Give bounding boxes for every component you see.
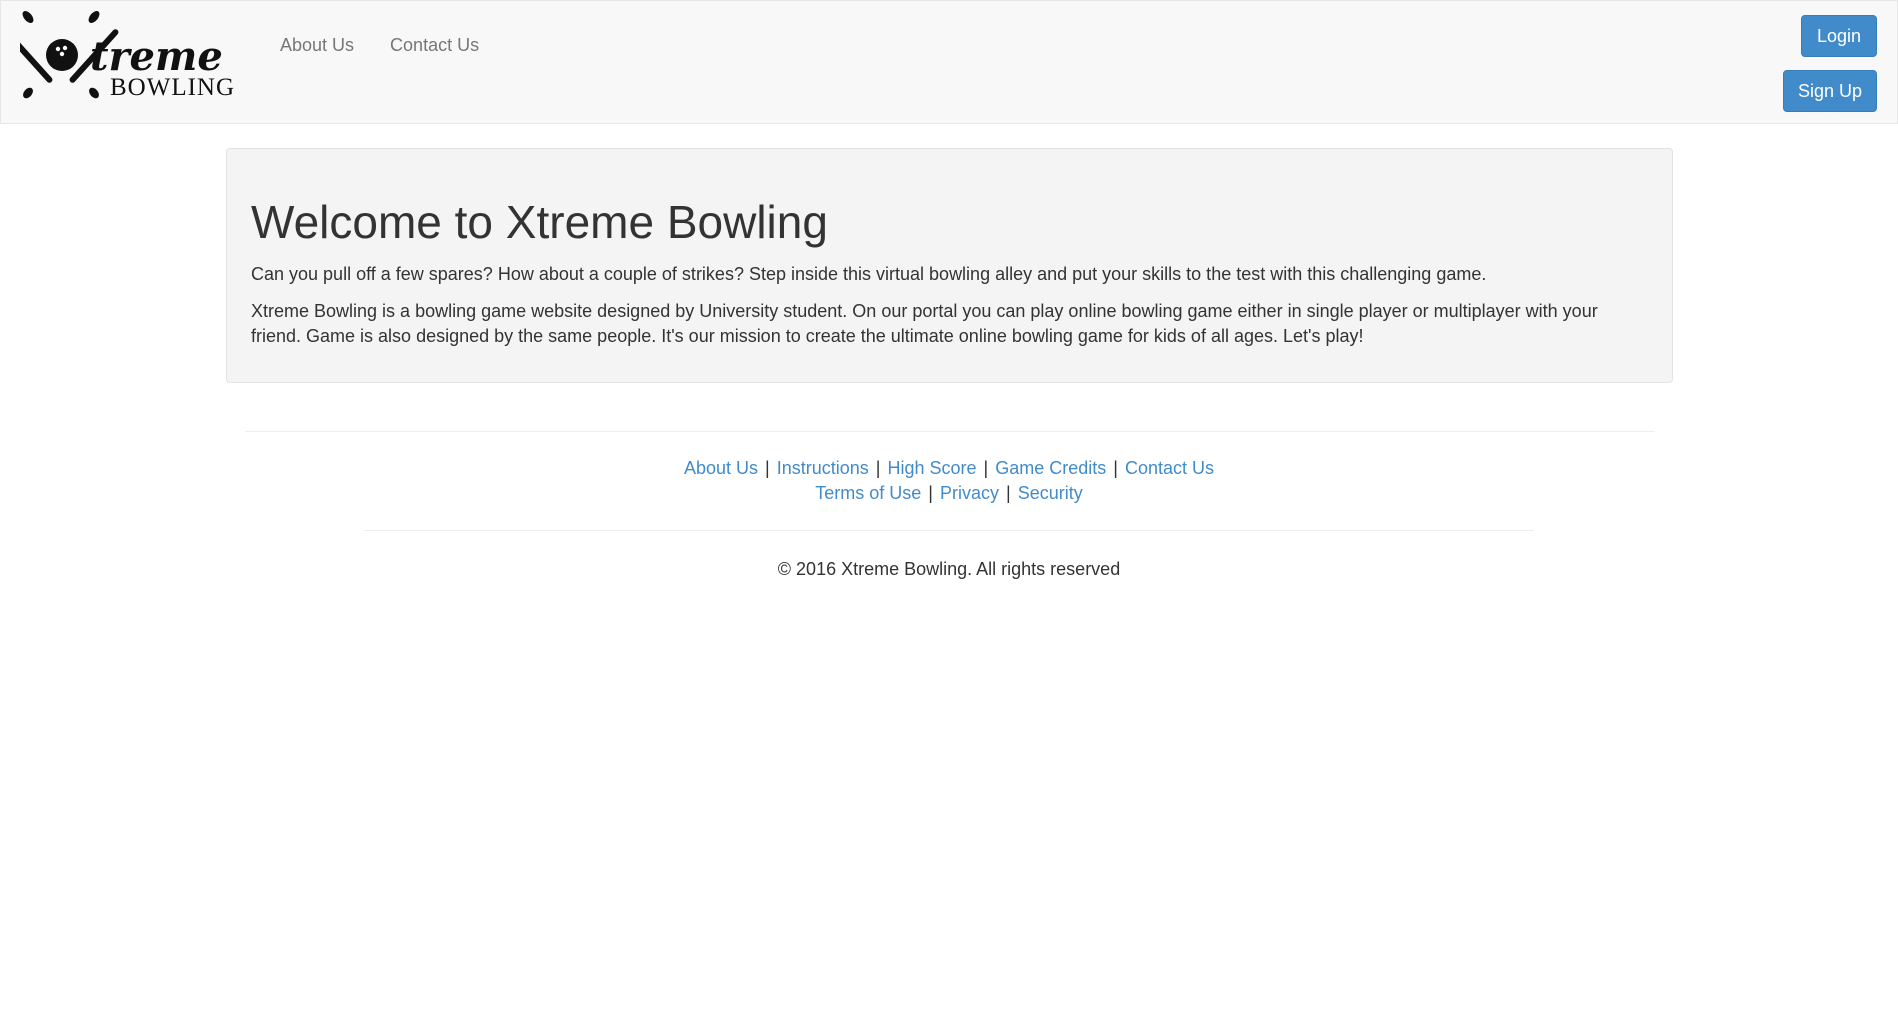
auth-buttons: Login Sign Up [1783, 15, 1877, 112]
footer-links: About Us | Instructions | High Score | G… [0, 456, 1898, 506]
welcome-panel: Welcome to Xtreme Bowling Can you pull o… [226, 148, 1673, 383]
footer-link-privacy[interactable]: Privacy [940, 483, 999, 503]
footer-separator: | [1113, 458, 1118, 478]
footer-separator: | [765, 458, 770, 478]
footer-link-contact-us[interactable]: Contact Us [1125, 458, 1214, 478]
footer-separator: | [983, 458, 989, 478]
top-navbar: treme BOWLING About Us Contact Us Login … [0, 0, 1898, 124]
footer-separator: | [928, 483, 933, 503]
copyright-text: © 2016 Xtreme Bowling. All rights reserv… [777, 559, 1121, 579]
footer-row-primary: About Us | Instructions | High Score | G… [0, 456, 1898, 481]
footer-separator: | [875, 458, 881, 478]
footer-link-security[interactable]: Security [1018, 483, 1083, 503]
nav-contact-us[interactable]: Contact Us [372, 31, 497, 59]
page-title: Welcome to Xtreme Bowling [251, 196, 828, 248]
sign-up-button[interactable]: Sign Up [1783, 70, 1877, 112]
footer-link-game-credits[interactable]: Game Credits [995, 458, 1106, 478]
svg-text:BOWLING: BOWLING [110, 74, 235, 99]
footer-link-about-us[interactable]: About Us [684, 458, 758, 478]
login-button[interactable]: Login [1801, 15, 1877, 57]
nav-about-us[interactable]: About Us [262, 31, 372, 59]
footer-row-legal: Terms of Use | Privacy | Security [0, 481, 1898, 506]
about-paragraph: Xtreme Bowling is a bowling game website… [251, 301, 1598, 346]
footer-divider-top [245, 431, 1655, 432]
footer-separator: | [1006, 483, 1011, 503]
footer-link-terms[interactable]: Terms of Use [815, 483, 921, 503]
svg-text:treme: treme [90, 33, 223, 80]
footer-link-high-score[interactable]: High Score [887, 458, 976, 478]
intro-paragraph: Can you pull off a few spares? How about… [251, 264, 1487, 284]
xtreme-bowling-logo[interactable]: treme BOWLING [3, 11, 245, 101]
footer-divider-bottom [364, 530, 1534, 531]
bowling-logo-icon: treme BOWLING [3, 11, 235, 101]
main-nav: About Us Contact Us [262, 31, 497, 59]
footer-link-instructions[interactable]: Instructions [777, 458, 869, 478]
